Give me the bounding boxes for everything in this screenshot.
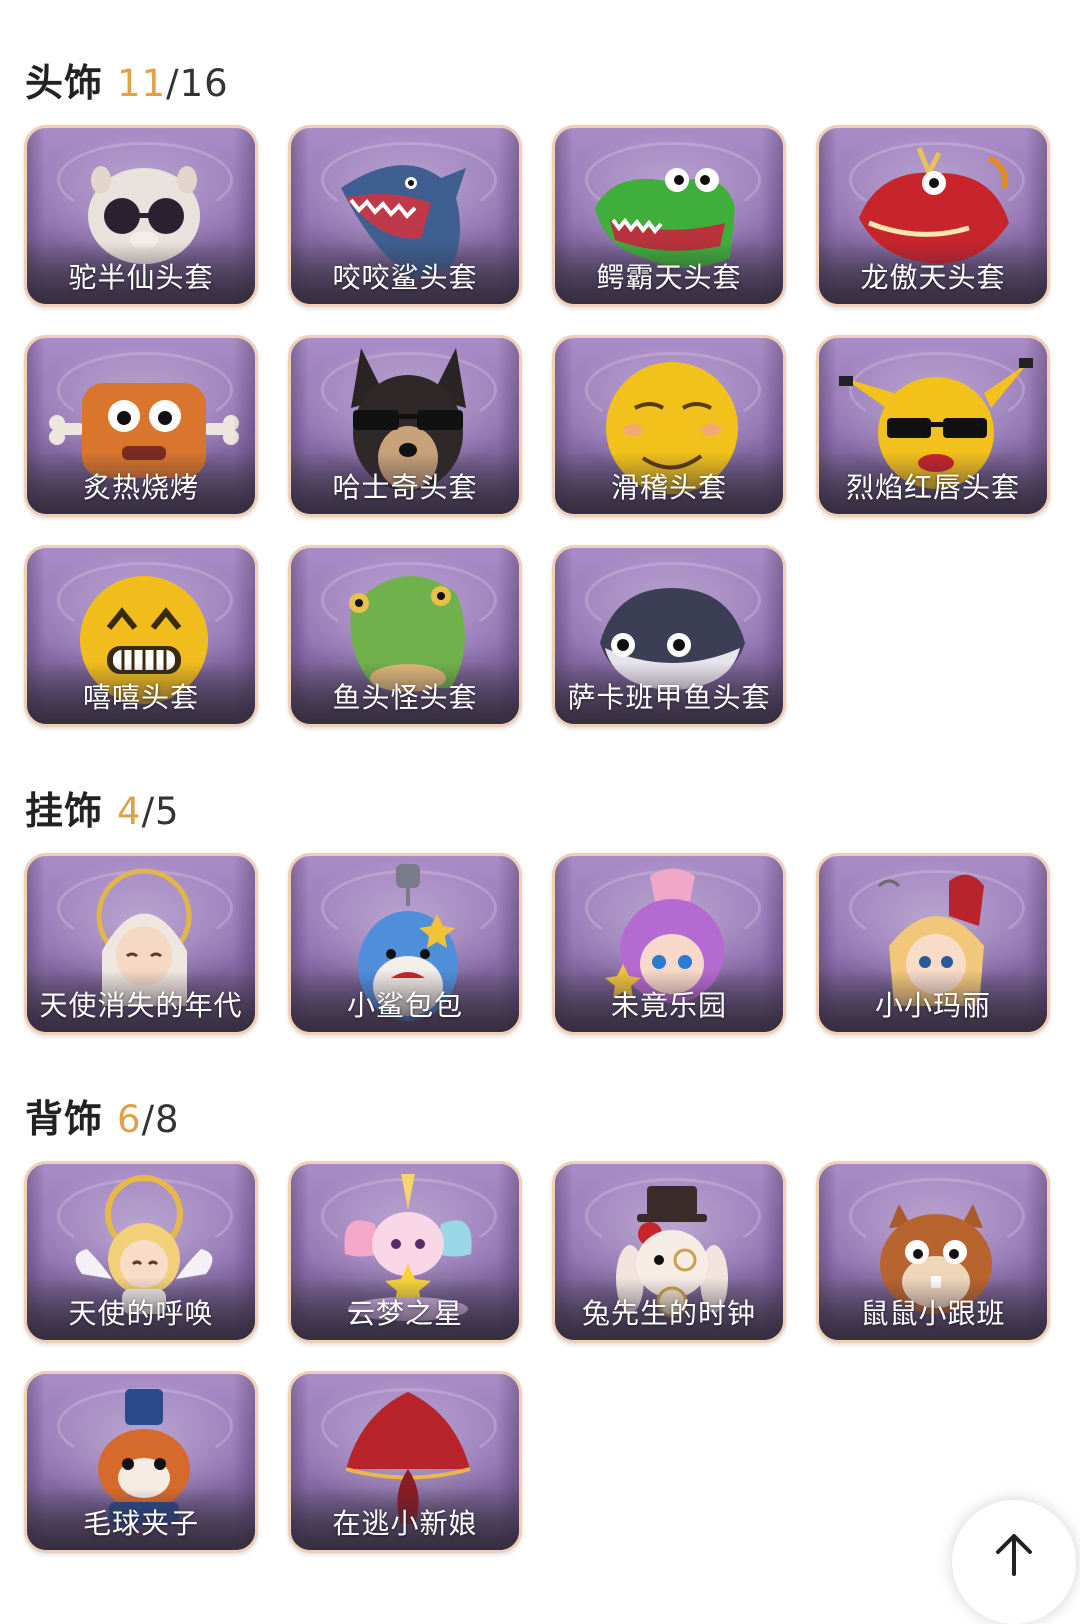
item-label: 鳄霸天头套	[596, 261, 742, 294]
item-label: 鼠鼠小跟班	[860, 1297, 1006, 1330]
item-card[interactable]: 驼半仙头套	[24, 125, 258, 307]
item-card[interactable]: 滑稽头套	[552, 335, 786, 517]
item-card[interactable]: 鳄霸天头套	[552, 125, 786, 307]
item-label: 龙傲天头套	[860, 261, 1006, 294]
item-card[interactable]: 天使消失的年代	[24, 853, 258, 1035]
item-card[interactable]: 龙傲天头套	[816, 125, 1050, 307]
scroll-to-top-button[interactable]	[952, 1500, 1076, 1624]
item-card[interactable]: 嘻嘻头套	[24, 545, 258, 727]
collection-count: 11/16	[117, 62, 229, 105]
section-title-text: 背饰	[25, 1097, 104, 1141]
item-label: 小鲨包包	[346, 989, 463, 1022]
section-title-pendant: 挂饰 4/5	[25, 780, 180, 835]
section-title-text: 挂饰	[25, 789, 104, 833]
owned-count: 6	[117, 1098, 142, 1141]
owned-count: 4	[117, 790, 142, 833]
section-title-backpiece: 背饰 6/8	[25, 1088, 180, 1143]
item-card[interactable]: 在逃小新娘	[288, 1371, 522, 1553]
section-title-text: 头饰	[25, 61, 104, 105]
item-label: 滑稽头套	[610, 471, 727, 504]
item-label: 小小玛丽	[874, 989, 991, 1022]
item-card[interactable]: 未竟乐园	[552, 853, 786, 1035]
section-pendant: 挂饰 4/5 天使消失的年代 小鲨包包 未竟乐园 小小玛丽	[0, 780, 1080, 1040]
item-card[interactable]: 小小玛丽	[816, 853, 1050, 1035]
item-card[interactable]: 云梦之星	[288, 1161, 522, 1343]
collection-count: 6/8	[117, 1098, 180, 1141]
item-card[interactable]: 炙热烧烤	[24, 335, 258, 517]
item-card[interactable]: 兔先生的时钟	[552, 1161, 786, 1343]
item-card[interactable]: 哈士奇头套	[288, 335, 522, 517]
item-label: 云梦之星	[346, 1297, 463, 1330]
item-card[interactable]: 毛球夹子	[24, 1371, 258, 1553]
total-count: /8	[141, 1098, 180, 1141]
item-card[interactable]: 烈焰红唇头套	[816, 335, 1050, 517]
item-label: 毛球夹子	[82, 1507, 199, 1540]
item-label: 兔先生的时钟	[581, 1297, 756, 1330]
section-headwear: 头饰 11/16 驼半仙头套 咬咬鲨头套 鳄霸天头套 龙傲天头套 炙热烧烤 哈士…	[0, 52, 1080, 732]
item-label: 嘻嘻头套	[82, 681, 199, 714]
item-label: 炙热烧烤	[82, 471, 199, 504]
item-label: 鱼头怪头套	[332, 681, 478, 714]
collection-count: 4/5	[117, 790, 180, 833]
total-count: /5	[141, 790, 180, 833]
item-label: 哈士奇头套	[332, 471, 478, 504]
item-card[interactable]: 鱼头怪头套	[288, 545, 522, 727]
item-card[interactable]: 鼠鼠小跟班	[816, 1161, 1050, 1343]
item-card[interactable]: 小鲨包包	[288, 853, 522, 1035]
item-label: 未竟乐园	[610, 989, 727, 1022]
item-card[interactable]: 天使的呼唤	[24, 1161, 258, 1343]
item-label: 烈焰红唇头套	[845, 471, 1020, 504]
item-card[interactable]: 萨卡班甲鱼头套	[552, 545, 786, 727]
item-label: 萨卡班甲鱼头套	[567, 681, 771, 714]
arrow-up-icon	[996, 1534, 1032, 1576]
item-label: 天使的呼唤	[68, 1297, 214, 1330]
item-label: 咬咬鲨头套	[332, 261, 478, 294]
section-title-headwear: 头饰 11/16	[25, 52, 229, 107]
total-count: /16	[166, 62, 229, 105]
item-card[interactable]: 咬咬鲨头套	[288, 125, 522, 307]
section-backpiece: 背饰 6/8 天使的呼唤 云梦之星 兔先生的时钟 鼠鼠小跟班 毛球夹子 在逃小新…	[0, 1088, 1080, 1568]
item-label: 天使消失的年代	[39, 989, 243, 1022]
item-label: 在逃小新娘	[332, 1507, 478, 1540]
item-label: 驼半仙头套	[68, 261, 214, 294]
owned-count: 11	[117, 62, 167, 105]
